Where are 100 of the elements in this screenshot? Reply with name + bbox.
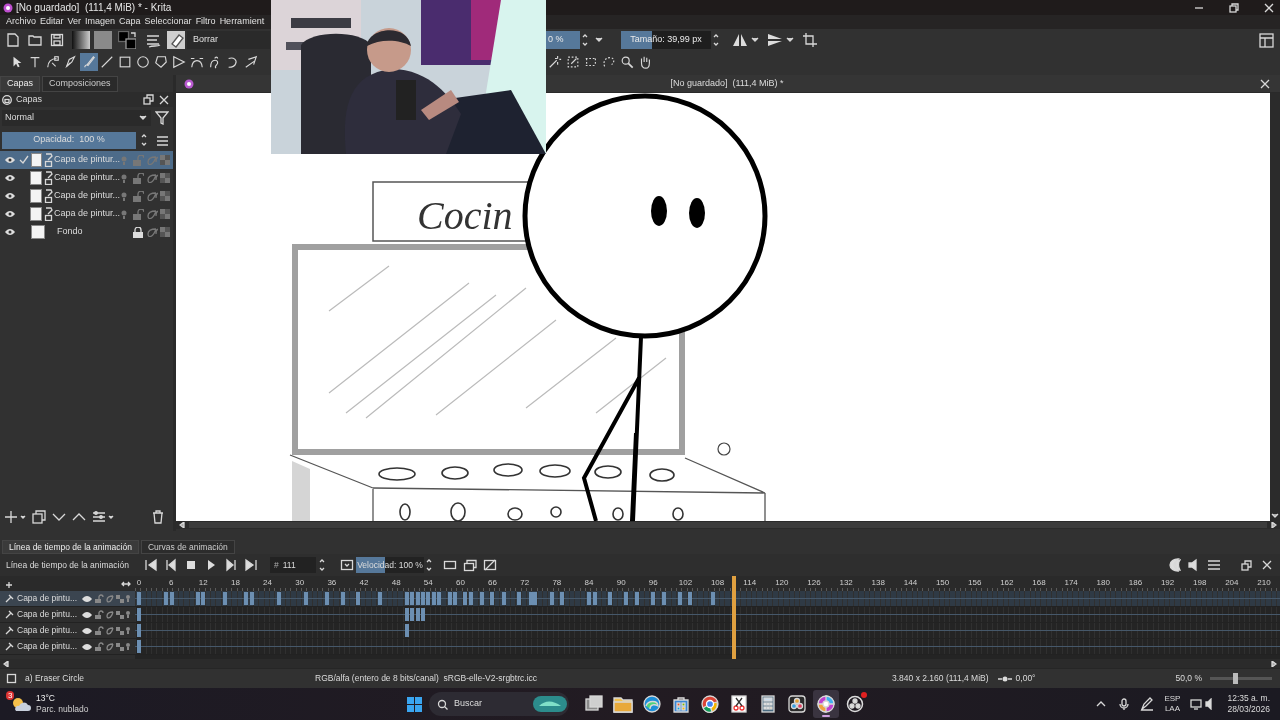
keyframe[interactable] (169, 592, 174, 605)
caret-icon[interactable] (20, 515, 26, 519)
keyframe[interactable] (710, 592, 715, 605)
eye-icon[interactable] (81, 609, 93, 620)
alpha-icon[interactable] (105, 609, 115, 620)
keyframe[interactable] (410, 608, 415, 621)
brush-outline-icon[interactable] (6, 673, 17, 684)
magic-wand-icon[interactable] (548, 55, 562, 69)
polygon-icon[interactable] (154, 55, 168, 69)
keyframe[interactable] (201, 592, 206, 605)
clock-date[interactable]: 28/03/2026 (1227, 704, 1270, 715)
checker-icon[interactable] (160, 191, 170, 201)
lightbulb-icon[interactable] (120, 209, 128, 219)
chevron-up-icon[interactable] (1096, 700, 1107, 708)
keyframe[interactable] (377, 592, 382, 605)
keyframe[interactable] (635, 592, 640, 605)
loop-icon[interactable] (340, 558, 354, 572)
triangle-icon[interactable] (172, 55, 186, 69)
alpha-icon[interactable] (146, 209, 158, 219)
input-language[interactable]: ESP (1164, 694, 1181, 704)
keyframe[interactable] (404, 624, 409, 637)
lightbulb-icon[interactable] (125, 626, 131, 635)
lightbulb-icon[interactable] (125, 594, 131, 603)
keyframe[interactable] (468, 592, 473, 605)
unlocked-lock-icon[interactable] (94, 625, 104, 636)
eye-icon[interactable] (4, 173, 16, 183)
spin-arrows-icon[interactable] (425, 558, 433, 572)
color-swatch-icon[interactable] (118, 31, 136, 49)
keyframe[interactable] (340, 592, 345, 605)
unlocked-lock-icon[interactable] (132, 172, 144, 184)
eye-icon[interactable] (81, 641, 93, 652)
menu-item[interactable]: Filtro (195, 15, 216, 29)
restore-icon[interactable] (1229, 2, 1239, 13)
timeline-tab[interactable]: Curvas de animación (140, 540, 235, 554)
checker-icon[interactable] (116, 642, 124, 651)
unlocked-lock-icon[interactable] (94, 641, 104, 652)
shape-edit-icon[interactable] (46, 55, 60, 69)
keyframe[interactable] (249, 592, 254, 605)
close-icon[interactable] (1264, 2, 1274, 13)
brush-presets-icon[interactable] (146, 32, 161, 48)
menu-item[interactable]: Ver (67, 15, 82, 29)
text-tool-icon[interactable] (28, 55, 42, 69)
layer-row[interactable]: Capa de pintur... (0, 169, 173, 187)
zoom-icon[interactable] (620, 55, 634, 69)
dashed-frame-icon[interactable] (584, 55, 598, 69)
checker-icon[interactable] (116, 594, 124, 603)
checker-icon[interactable] (160, 209, 170, 219)
alpha-icon[interactable] (146, 173, 158, 183)
blend-mode-dropdown[interactable]: Normal (2, 110, 151, 126)
menu-item[interactable]: Editar (40, 15, 64, 29)
layer-row[interactable]: Capa de pintur... (0, 151, 173, 169)
keyboard-layout[interactable]: LAA (1164, 704, 1180, 714)
checker-icon[interactable] (160, 173, 170, 183)
first-frame-icon[interactable] (144, 558, 158, 572)
alpha-icon[interactable] (105, 641, 115, 652)
keyframe[interactable] (651, 592, 656, 605)
keyframe[interactable] (426, 592, 431, 605)
timeline-layer-row[interactable]: Capa de pintu... (0, 591, 135, 606)
checker-icon[interactable] (160, 227, 170, 237)
keyframe[interactable] (420, 608, 425, 621)
previous-frame-icon[interactable] (164, 558, 178, 572)
keyframe[interactable] (303, 592, 308, 605)
mirror-vertical-icon[interactable] (767, 32, 783, 48)
gradient-swatch[interactable] (72, 31, 90, 49)
keyframe[interactable] (410, 592, 415, 605)
weather-icon[interactable] (10, 695, 32, 713)
keyframe[interactable] (678, 592, 683, 605)
pattern-swatch[interactable] (94, 31, 112, 49)
keyframe[interactable] (276, 592, 281, 605)
spin-arrows-icon[interactable] (140, 133, 148, 147)
float-icon[interactable] (143, 94, 154, 105)
close-icon[interactable] (1262, 560, 1272, 570)
keyframe[interactable] (592, 592, 597, 605)
document-tab-title[interactable]: [No guardado] (111,4 MiB) * (670, 76, 784, 91)
spin-arrows-icon[interactable] (318, 558, 326, 572)
unlocked-lock-icon[interactable] (94, 609, 104, 620)
close-icon[interactable] (1260, 78, 1270, 89)
monitor-icon[interactable] (1190, 698, 1203, 710)
caret-icon[interactable] (108, 515, 114, 519)
playhead[interactable] (732, 576, 737, 659)
timeline-tab[interactable]: Línea de tiempo de la animación (2, 540, 139, 554)
dashed-rectangle-icon[interactable] (566, 55, 580, 69)
onion-skin-icon[interactable] (463, 558, 477, 572)
spin-arrows-icon[interactable] (581, 33, 589, 47)
opacity-field[interactable]: 0 % (546, 31, 580, 49)
search-field[interactable]: Buscar (429, 692, 569, 716)
filter-icon[interactable] (155, 111, 169, 125)
unlocked-lock-icon[interactable] (132, 208, 144, 220)
caret-icon[interactable] (751, 37, 759, 43)
keyframe[interactable] (480, 592, 485, 605)
drop-frames-icon[interactable] (483, 558, 497, 572)
scroll-left-icon[interactable] (3, 660, 9, 667)
checker-icon[interactable] (116, 610, 124, 619)
menu-icon[interactable] (156, 133, 169, 147)
clock-time[interactable]: 12:35 a. m. (1227, 693, 1270, 704)
keyframe[interactable] (517, 592, 522, 605)
start-icon[interactable] (406, 695, 423, 713)
keyframe[interactable] (243, 592, 248, 605)
lightbulb-icon[interactable] (125, 642, 131, 651)
add-icon[interactable] (4, 510, 18, 524)
